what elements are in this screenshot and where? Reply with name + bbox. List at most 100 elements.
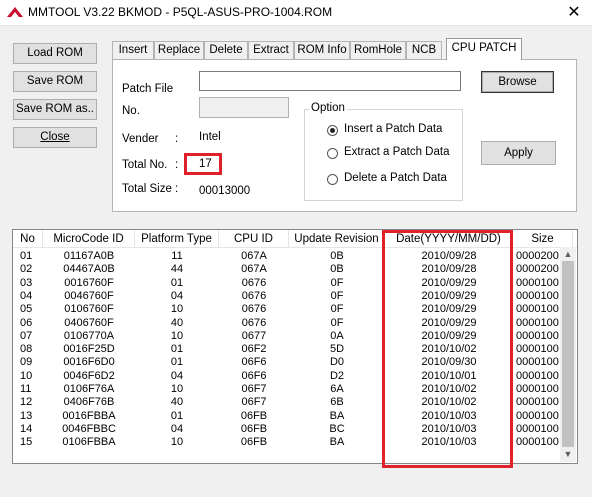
title-bar: MMTOOL V3.22 BKMOD - P5QL-ASUS-PRO-1004.… — [0, 0, 592, 26]
patch-file-label: Patch File — [122, 83, 174, 95]
cell-platform-type: 04 — [170, 369, 184, 382]
tab-insert[interactable]: Insert — [112, 41, 154, 59]
cell-update-revision: 0F — [330, 316, 344, 329]
cell-microcode-id: 01167A0B — [63, 250, 115, 262]
extract-patch-label[interactable]: Extract a Patch Data — [344, 146, 449, 158]
total-no-sep: : — [175, 159, 179, 171]
total-no-label: Total No. — [122, 159, 168, 171]
cell-platform-type: 11 — [171, 250, 183, 262]
scroll-up-arrow-icon[interactable]: ▲ — [560, 247, 576, 261]
cell-cpu-id: 06F6 — [241, 369, 267, 382]
app-logo-icon — [7, 7, 23, 17]
cell-microcode-id: 0406760F — [64, 316, 114, 329]
cell-cpu-id: 0677 — [241, 329, 267, 342]
cell-no: 10 — [20, 369, 33, 382]
cell-cpu-id: 06FB — [240, 422, 268, 435]
browse-button[interactable]: Browse — [481, 71, 554, 93]
cell-microcode-id: 0106F76A — [63, 383, 115, 395]
cell-cpu-id: 0676 — [241, 303, 267, 316]
cell-update-revision: D0 — [329, 356, 345, 369]
cell-size: 0000100 — [516, 343, 559, 356]
cell-size: 0000100 — [516, 289, 559, 302]
delete-patch-label[interactable]: Delete a Patch Data — [344, 172, 447, 184]
cell-size: 0000100 — [516, 383, 559, 395]
save-rom-as-button[interactable]: Save ROM as.. — [13, 99, 97, 120]
no-field — [199, 97, 289, 118]
option-group-title: Option — [309, 102, 347, 114]
insert-patch-label[interactable]: Insert a Patch Data — [344, 123, 442, 135]
tab-ncb[interactable]: NCB — [406, 41, 442, 59]
cell-no: 08 — [20, 343, 33, 356]
tab-rom-info[interactable]: ROM Info — [294, 41, 350, 59]
vender-sep: : — [175, 133, 179, 145]
col-header-cpu-id[interactable]: CPU ID — [219, 230, 289, 248]
cell-platform-type: 10 — [170, 303, 184, 316]
tab-replace[interactable]: Replace — [154, 41, 204, 59]
cell-platform-type: 01 — [170, 409, 184, 422]
cell-update-revision: 6A — [330, 383, 344, 395]
cell-platform-type: 10 — [170, 436, 184, 449]
cell-microcode-id: 0016FBBA — [62, 409, 116, 422]
cell-microcode-id: 0016F25D — [63, 343, 115, 356]
tab-delete[interactable]: Delete — [204, 41, 248, 59]
cell-microcode-id: 0406F76B — [63, 396, 115, 409]
cell-size: 0000100 — [516, 316, 559, 329]
cell-microcode-id: 0016760F — [64, 276, 114, 289]
cell-update-revision: D2 — [329, 369, 345, 382]
col-header-no[interactable]: No — [13, 230, 43, 248]
cell-size: 0000100 — [516, 369, 559, 382]
cell-platform-type: 01 — [170, 356, 184, 369]
cell-size: 0000100 — [516, 422, 559, 435]
scroll-down-arrow-icon[interactable]: ▼ — [560, 447, 576, 461]
close-button[interactable]: Close — [13, 127, 97, 148]
col-header-microcode-id[interactable]: MicroCode ID — [43, 230, 135, 248]
cell-size: 0000100 — [516, 303, 559, 316]
total-size-label: Total Size — [122, 183, 172, 195]
delete-patch-radio[interactable] — [327, 174, 338, 185]
cell-microcode-id: 0106770A — [63, 329, 115, 342]
no-label: No. — [122, 105, 140, 117]
apply-button[interactable]: Apply — [481, 141, 556, 165]
cell-update-revision: 0F — [330, 303, 344, 316]
list-vertical-scrollbar[interactable]: ▲ ▼ — [560, 247, 576, 462]
cell-microcode-id: 0046FBBC — [62, 422, 116, 435]
cell-cpu-id: 06F7 — [241, 383, 267, 395]
cell-microcode-id: 0046F6D2 — [63, 369, 115, 382]
cell-update-revision: BA — [329, 436, 345, 449]
insert-patch-radio[interactable] — [327, 125, 338, 136]
cell-no: 06 — [20, 316, 33, 329]
col-header-update-revision[interactable]: Update Revision — [289, 230, 385, 248]
window-title: MMTOOL V3.22 BKMOD - P5QL-ASUS-PRO-1004.… — [28, 5, 333, 19]
cell-no: 03 — [20, 276, 33, 289]
cell-no: 11 — [20, 383, 32, 395]
cell-microcode-id: 04467A0B — [63, 263, 115, 276]
load-rom-button[interactable]: Load ROM — [13, 43, 97, 64]
vender-label: Vender — [122, 133, 159, 145]
cell-cpu-id: 0676 — [241, 276, 267, 289]
cell-update-revision: 0B — [330, 263, 344, 276]
cell-update-revision: BC — [329, 422, 345, 435]
save-rom-button[interactable]: Save ROM — [13, 71, 97, 92]
cell-no: 14 — [20, 422, 33, 435]
cell-platform-type: 04 — [170, 422, 184, 435]
extract-patch-radio[interactable] — [327, 148, 338, 159]
tab-romhole[interactable]: RomHole — [350, 41, 406, 59]
cell-cpu-id: 06F2 — [241, 343, 267, 356]
cell-size: 0000100 — [516, 396, 559, 409]
cell-platform-type: 10 — [170, 383, 184, 395]
scroll-thumb[interactable] — [562, 261, 574, 447]
cell-microcode-id: 0106FBBA — [62, 436, 116, 449]
cell-platform-type: 44 — [170, 263, 184, 276]
close-window-button[interactable]: ✕ — [556, 0, 592, 26]
cell-no: 02 — [20, 263, 33, 276]
cell-update-revision: BA — [329, 409, 345, 422]
tab-extract[interactable]: Extract — [248, 41, 294, 59]
total-size-sep: : — [175, 183, 179, 195]
col-header-platform-type[interactable]: Platform Type — [135, 230, 219, 248]
cell-cpu-id: 06F6 — [241, 356, 267, 369]
col-header-size[interactable]: Size — [513, 230, 573, 248]
cell-platform-type: 04 — [170, 289, 184, 302]
patch-file-field[interactable] — [199, 71, 461, 91]
cell-cpu-id: 06FB — [240, 436, 268, 449]
tab-cpu-patch[interactable]: CPU PATCH — [446, 38, 522, 60]
